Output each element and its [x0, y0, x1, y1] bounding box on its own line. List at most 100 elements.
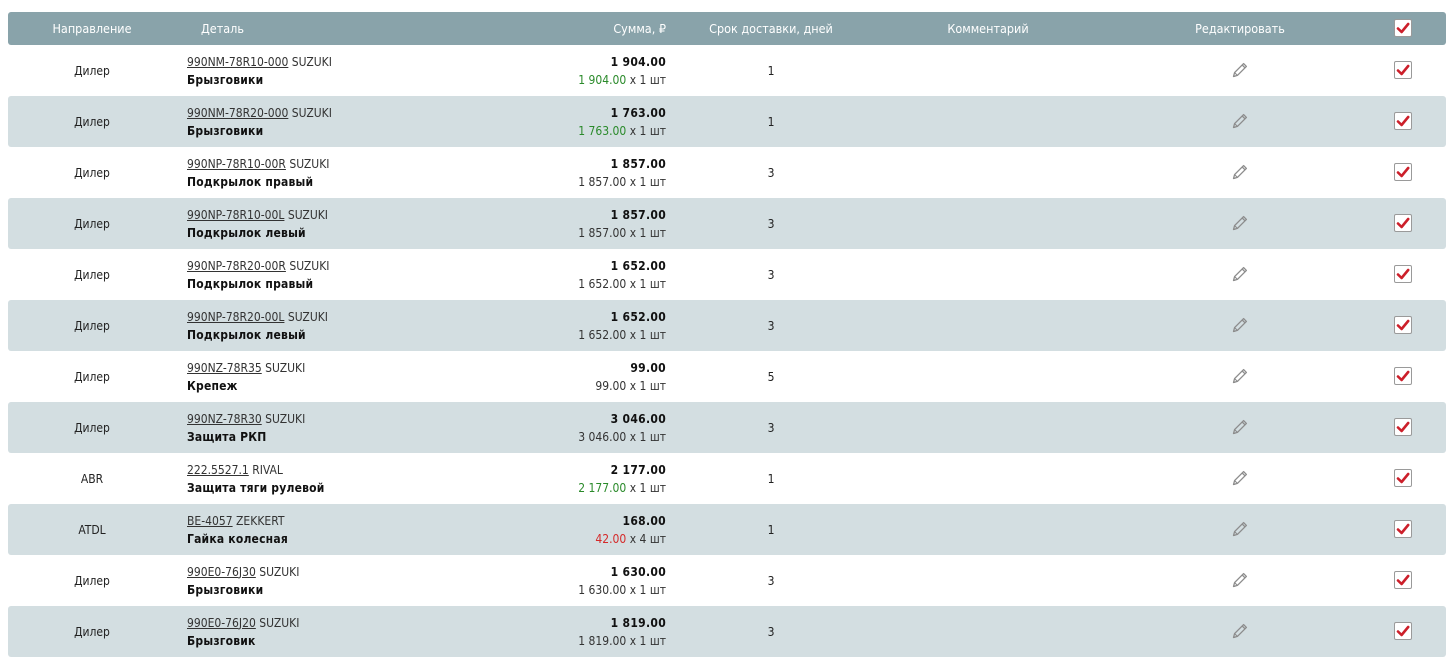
- part-name: Подкрылок правый: [187, 174, 314, 189]
- row-select-checkbox[interactable]: [1394, 214, 1412, 232]
- direction-cell: Дилер: [74, 216, 110, 231]
- pencil-icon[interactable]: [1229, 365, 1251, 390]
- select-checkbox-cell: [1394, 417, 1414, 438]
- part-article-link[interactable]: 990NZ-78R30: [187, 412, 262, 426]
- header-direction: Направление: [52, 21, 132, 36]
- quantity: x 1 шт: [626, 480, 666, 495]
- pencil-icon[interactable]: [1229, 467, 1251, 492]
- edit-cell: [1178, 364, 1302, 389]
- direction-cell: Дилер: [74, 420, 110, 435]
- part-cell: 990NM-78R10-000 SUZUKI Брызговики: [187, 53, 447, 89]
- pencil-icon[interactable]: [1229, 416, 1251, 441]
- part-brand: SUZUKI: [265, 360, 306, 375]
- table-row: Дилер 990NZ-78R35 SUZUKI Крепеж 99.00 99.00 …: [8, 351, 1446, 402]
- unit-price: 2 177.00: [578, 480, 627, 495]
- table-row: Дилер 990E0-76J30 SUZUKI Брызговики 1 630.0…: [8, 555, 1446, 606]
- part-brand: SUZUKI: [291, 54, 332, 69]
- part-article-link[interactable]: BE-4057: [187, 514, 233, 528]
- total-sum: 99.00: [630, 360, 666, 375]
- select-checkbox-cell: [1394, 315, 1414, 336]
- select-all-checkbox[interactable]: [1394, 19, 1412, 37]
- part-article-link[interactable]: 222.5527.1: [187, 463, 249, 477]
- header-edit: Редактировать: [1195, 21, 1285, 36]
- part-brand: SUZUKI: [259, 615, 300, 630]
- delivery-days-cell: 3: [767, 216, 775, 231]
- quantity: x 1 шт: [626, 429, 666, 444]
- unit-price: 1 857.00: [578, 174, 627, 189]
- edit-cell: [1178, 160, 1302, 185]
- pencil-icon[interactable]: [1229, 161, 1251, 186]
- delivery-days-cell: 3: [767, 165, 775, 180]
- table-row: Дилер 990NP-78R20-00L SUZUKI Подкрылок лев…: [8, 300, 1446, 351]
- row-select-checkbox[interactable]: [1394, 61, 1412, 79]
- row-select-checkbox[interactable]: [1394, 520, 1412, 538]
- part-brand: SUZUKI: [291, 105, 332, 120]
- pencil-icon[interactable]: [1229, 314, 1251, 339]
- select-checkbox-cell: [1394, 60, 1414, 81]
- part-article-link[interactable]: 990E0-76J20: [187, 616, 256, 630]
- part-article-link[interactable]: 990NM-78R10-000: [187, 55, 288, 69]
- part-name: Подкрылок левый: [187, 225, 306, 240]
- checkmark-icon: [1396, 166, 1410, 178]
- row-select-checkbox[interactable]: [1394, 112, 1412, 130]
- checkmark-icon: [1396, 574, 1410, 586]
- row-select-checkbox[interactable]: [1394, 571, 1412, 589]
- delivery-days-cell: 1: [767, 114, 775, 129]
- select-checkbox-cell: [1394, 570, 1414, 591]
- part-name: Подкрылок правый: [187, 276, 314, 291]
- direction-cell: Дилер: [74, 165, 110, 180]
- row-select-checkbox[interactable]: [1394, 622, 1412, 640]
- sum-cell: 1 630.00 1 630.00 x 1 шт: [448, 563, 666, 599]
- pencil-icon[interactable]: [1229, 59, 1251, 84]
- sum-cell: 2 177.00 2 177.00 x 1 шт: [448, 461, 666, 497]
- checkmark-icon: [1396, 64, 1410, 76]
- row-select-checkbox[interactable]: [1394, 316, 1412, 334]
- table-row: Дилер 990NM-78R20-000 SUZUKI Брызговики 1 7…: [8, 96, 1446, 147]
- select-checkbox-cell: [1394, 621, 1414, 642]
- part-article-link[interactable]: 990E0-76J30: [187, 565, 256, 579]
- sum-cell: 3 046.00 3 046.00 x 1 шт: [448, 410, 666, 446]
- pencil-icon[interactable]: [1229, 110, 1251, 135]
- row-select-checkbox[interactable]: [1394, 418, 1412, 436]
- pencil-icon[interactable]: [1229, 263, 1251, 288]
- pencil-icon[interactable]: [1229, 212, 1251, 237]
- table-row: Дилер 990NP-78R10-00R SUZUKI Подкрылок пра…: [8, 147, 1446, 198]
- direction-cell: ABR: [80, 471, 104, 486]
- part-article-link[interactable]: 990NP-78R10-00R: [187, 157, 286, 171]
- part-brand: SUZUKI: [259, 564, 300, 579]
- quantity: x 1 шт: [626, 327, 666, 342]
- part-name: Брызговик: [187, 633, 256, 648]
- edit-cell: [1178, 262, 1302, 287]
- part-cell: 990NP-78R10-00L SUZUKI Подкрылок левый: [187, 206, 447, 242]
- pencil-icon[interactable]: [1229, 569, 1251, 594]
- part-article-link[interactable]: 990NM-78R20-000: [187, 106, 288, 120]
- select-checkbox-cell: [1394, 519, 1414, 540]
- part-brand: ZEKKERT: [236, 513, 285, 528]
- part-article-link[interactable]: 990NP-78R20-00R: [187, 259, 286, 273]
- edit-cell: [1178, 517, 1302, 542]
- total-sum: 3 046.00: [610, 411, 666, 426]
- part-name: Защита тяги рулевой: [187, 480, 325, 495]
- part-article-link[interactable]: 990NZ-78R35: [187, 361, 262, 375]
- pencil-icon[interactable]: [1229, 518, 1251, 543]
- row-select-checkbox[interactable]: [1394, 265, 1412, 283]
- part-article-link[interactable]: 990NP-78R20-00L: [187, 310, 284, 324]
- quantity: x 1 шт: [626, 582, 666, 597]
- part-article-link[interactable]: 990NP-78R10-00L: [187, 208, 284, 222]
- part-brand: RIVAL: [252, 462, 283, 477]
- pencil-icon[interactable]: [1229, 620, 1251, 645]
- part-cell: 990NP-78R20-00R SUZUKI Подкрылок правый: [187, 257, 447, 293]
- delivery-days-cell: 1: [767, 63, 775, 78]
- row-select-checkbox[interactable]: [1394, 469, 1412, 487]
- quantity: x 1 шт: [626, 174, 666, 189]
- delivery-days-cell: 5: [767, 369, 775, 384]
- direction-cell: Дилер: [74, 63, 110, 78]
- row-select-checkbox[interactable]: [1394, 163, 1412, 181]
- table-row: Дилер 990NZ-78R30 SUZUKI Защита РКП 3 046.0…: [8, 402, 1446, 453]
- edit-cell: [1178, 58, 1302, 83]
- table-row: Дилер 990NM-78R10-000 SUZUKI Брызговики 1 9…: [8, 45, 1446, 96]
- sum-cell: 1 904.00 1 904.00 x 1 шт: [448, 53, 666, 89]
- edit-cell: [1178, 109, 1302, 134]
- row-select-checkbox[interactable]: [1394, 367, 1412, 385]
- edit-cell: [1178, 415, 1302, 440]
